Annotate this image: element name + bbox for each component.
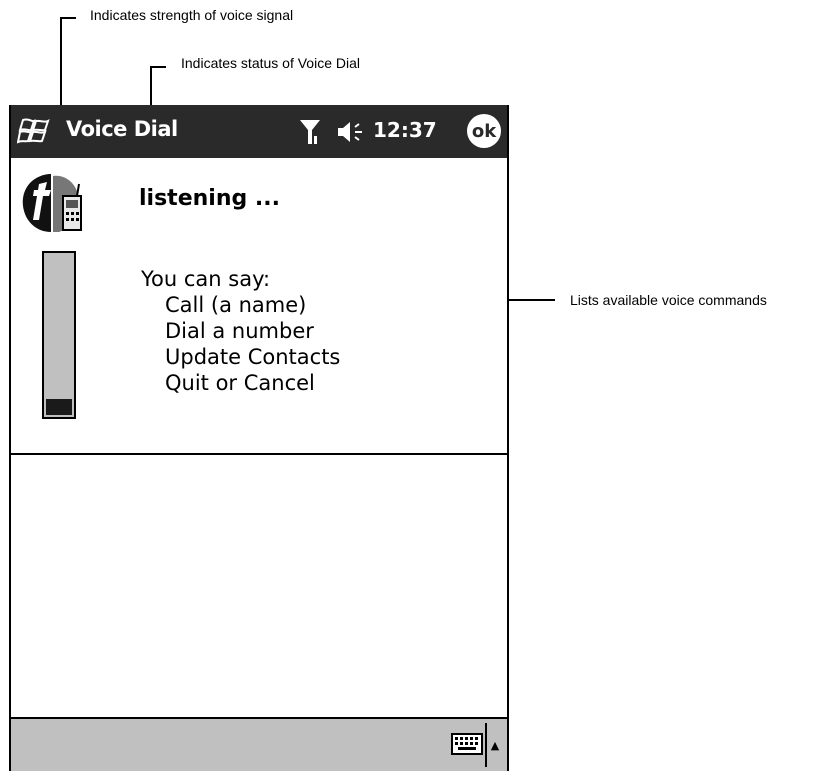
command-item: Call (a name): [165, 293, 307, 317]
callout-voice-commands: Lists available voice commands: [570, 292, 767, 308]
command-item: Quit or Cancel: [165, 371, 315, 395]
callout-voice-dial-status: Indicates status of Voice Dial: [181, 55, 360, 71]
command-item: Dial a number: [165, 319, 314, 343]
voice-signal-meter: [42, 251, 76, 419]
title-bar: Voice Dial 12:37 ok: [11, 105, 507, 158]
command-item: Update Contacts: [165, 345, 341, 369]
callout-line: [60, 17, 76, 19]
voice-dial-screen: Voice Dial 12:37 ok listening ... You ca…: [9, 105, 509, 771]
app-title: Voice Dial: [66, 117, 178, 141]
keyboard-icon[interactable]: [451, 733, 483, 755]
callout-signal-strength: Indicates strength of voice signal: [90, 7, 294, 23]
speaker-icon[interactable]: [335, 119, 365, 145]
voice-dial-status: listening ...: [139, 186, 280, 211]
menu-bar: ▲: [11, 717, 507, 771]
ok-button[interactable]: ok: [467, 114, 501, 148]
voice-signal-level: [46, 398, 72, 415]
commands-heading: You can say:: [141, 267, 271, 291]
callout-line: [150, 66, 166, 68]
voice-dial-content: listening ... You can say: Call (a name)…: [11, 158, 507, 455]
antenna-icon: [300, 120, 320, 144]
clock[interactable]: 12:37: [373, 118, 437, 142]
windows-flag-icon[interactable]: [17, 116, 51, 146]
voice-dial-logo-icon: [22, 174, 82, 232]
voice-commands-list: You can say: Call (a name) Dial a number…: [141, 266, 340, 396]
input-menu-arrow[interactable]: ▲: [485, 723, 503, 767]
